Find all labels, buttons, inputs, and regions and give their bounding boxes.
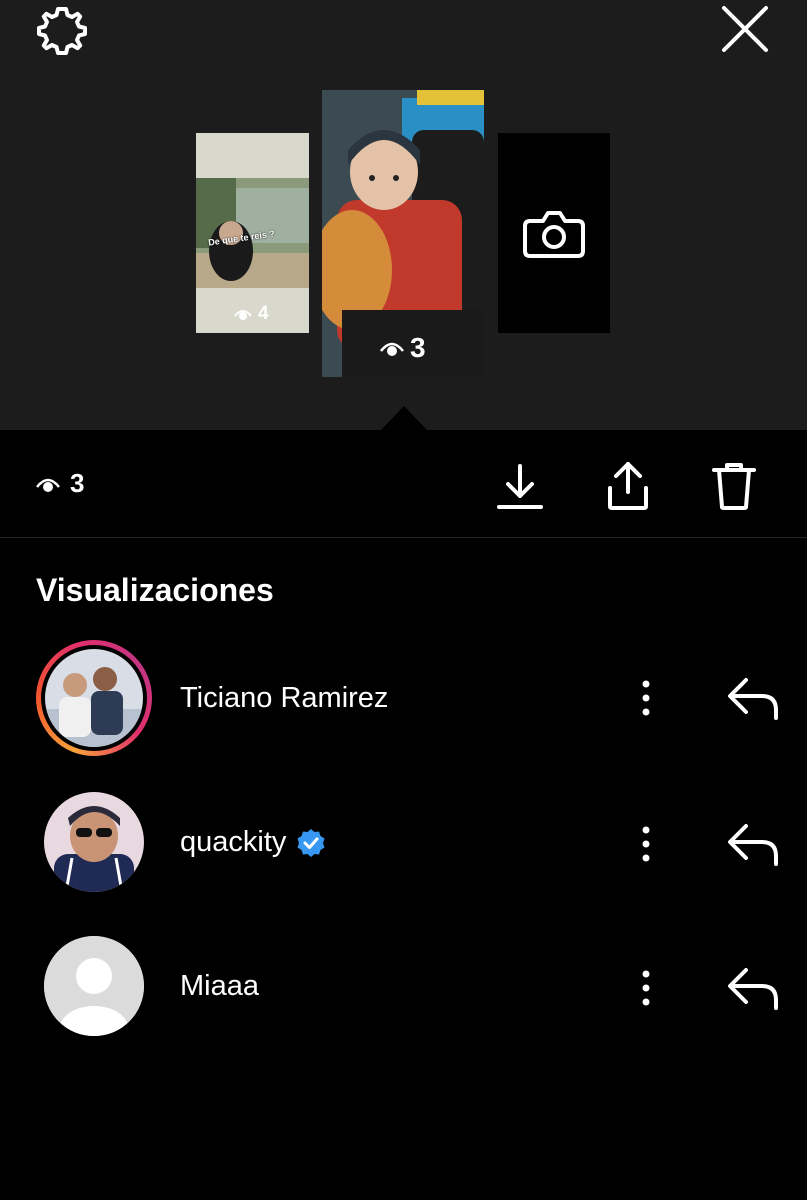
eye-icon [36,478,60,492]
eye-icon [380,342,404,356]
viewer-row[interactable]: Ticiano Ramirez [0,640,807,756]
reply-icon[interactable] [726,674,780,722]
share-icon[interactable] [604,460,652,512]
verified-badge-icon [297,828,325,857]
reply-icon[interactable] [726,964,780,1012]
more-options-icon[interactable] [632,678,660,718]
story-ring[interactable] [36,640,152,756]
viewer-row[interactable]: Miaaa [0,936,807,1046]
story-carousel-area: De que te reis ? 4 3 [0,0,807,431]
add-story-button[interactable] [498,133,610,333]
download-icon[interactable] [496,460,544,512]
story-thumbnail-2[interactable]: 3 [322,90,484,377]
viewer-row[interactable]: quackity [0,792,807,902]
views-count[interactable]: 3 [36,468,84,499]
default-avatar-icon[interactable] [44,936,144,1036]
viewer-name[interactable]: Ticiano Ramirez [180,682,388,715]
trash-icon[interactable] [710,460,758,512]
camera-icon [523,211,585,258]
gear-icon[interactable] [36,5,88,57]
avatar[interactable] [44,792,144,892]
more-options-icon[interactable] [632,968,660,1008]
viewer-name[interactable]: Miaaa [180,970,259,1003]
more-options-icon[interactable] [632,824,660,864]
story-views: 3 [380,332,426,364]
close-icon[interactable] [720,4,770,54]
viewer-name[interactable]: quackity [180,826,326,859]
eye-icon [234,310,252,320]
story-action-bar: 3 [0,430,807,538]
story-thumbnail-1[interactable]: De que te reis ? 4 [196,133,309,333]
reply-icon[interactable] [726,820,780,868]
avatar [45,649,143,747]
selected-story-pointer [380,406,428,431]
story-views: 4 [234,303,269,325]
viewers-section-title: Visualizaciones [36,572,274,608]
